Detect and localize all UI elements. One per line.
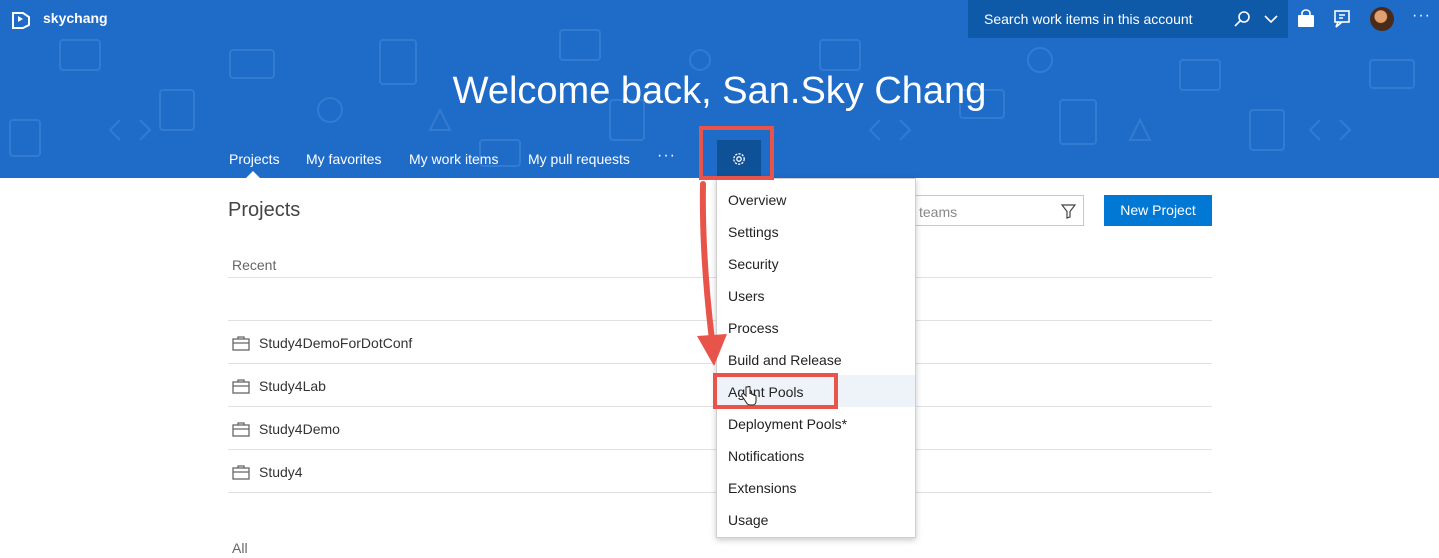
top-bar: skychang Search work items in this accou… — [0, 0, 1439, 38]
project-name[interactable]: Study4Demo — [259, 421, 340, 437]
menu-item-extensions[interactable]: Extensions — [717, 471, 915, 503]
avatar[interactable] — [1370, 7, 1394, 31]
marketplace-bag-icon[interactable] — [1296, 9, 1316, 29]
project-briefcase-icon — [232, 422, 250, 437]
page-title: Projects — [228, 199, 301, 221]
new-project-button[interactable]: New Project — [1104, 195, 1212, 226]
project-name[interactable]: Study4DemoForDotConf — [259, 335, 412, 351]
admin-settings-menu: Overview Settings Security Users Process… — [716, 178, 916, 538]
annotation-highlight-gear — [699, 126, 774, 180]
account-name[interactable]: skychang — [43, 10, 108, 26]
menu-item-usage[interactable]: Usage — [717, 503, 915, 535]
project-name[interactable]: Study4 — [259, 464, 303, 480]
tab-my-pull-requests[interactable]: My pull requests — [528, 151, 630, 167]
search-icon[interactable] — [1233, 10, 1251, 28]
menu-item-notifications[interactable]: Notifications — [717, 439, 915, 471]
project-name[interactable]: Study4Lab — [259, 378, 326, 394]
nav-more-icon[interactable]: ··· — [657, 147, 676, 165]
filter-icon[interactable] — [1061, 204, 1076, 219]
hand-cursor-icon — [741, 386, 757, 406]
active-tab-indicator — [246, 171, 260, 178]
feedback-icon[interactable] — [1332, 9, 1352, 29]
vsts-logo-icon[interactable] — [10, 8, 32, 30]
menu-item-users[interactable]: Users — [717, 279, 915, 311]
filter-input[interactable]: teams — [900, 195, 1084, 226]
menu-item-overview[interactable]: Overview — [717, 183, 915, 215]
project-briefcase-icon — [232, 379, 250, 394]
menu-item-settings[interactable]: Settings — [717, 215, 915, 247]
menu-item-process[interactable]: Process — [717, 311, 915, 343]
menu-item-deployment-pools[interactable]: Deployment Pools* — [717, 407, 915, 439]
more-icon[interactable]: ··· — [1412, 7, 1431, 25]
tab-my-work-items[interactable]: My work items — [409, 151, 498, 167]
menu-item-build-and-release[interactable]: Build and Release — [717, 343, 915, 375]
filter-placeholder: teams — [919, 204, 958, 220]
all-section-label: All — [232, 540, 248, 556]
search-box[interactable]: Search work items in this account — [968, 0, 1288, 38]
chevron-down-icon[interactable] — [1264, 12, 1278, 26]
search-input[interactable]: Search work items in this account — [984, 11, 1193, 27]
project-briefcase-icon — [232, 336, 250, 351]
annotation-highlight-agent-pools — [713, 373, 838, 409]
welcome-heading: Welcome back, San.Sky Chang — [452, 70, 987, 112]
project-briefcase-icon — [232, 465, 250, 480]
tab-my-favorites[interactable]: My favorites — [306, 151, 381, 167]
recent-section-label: Recent — [232, 257, 277, 273]
tab-projects[interactable]: Projects — [229, 151, 280, 167]
menu-item-security[interactable]: Security — [717, 247, 915, 279]
